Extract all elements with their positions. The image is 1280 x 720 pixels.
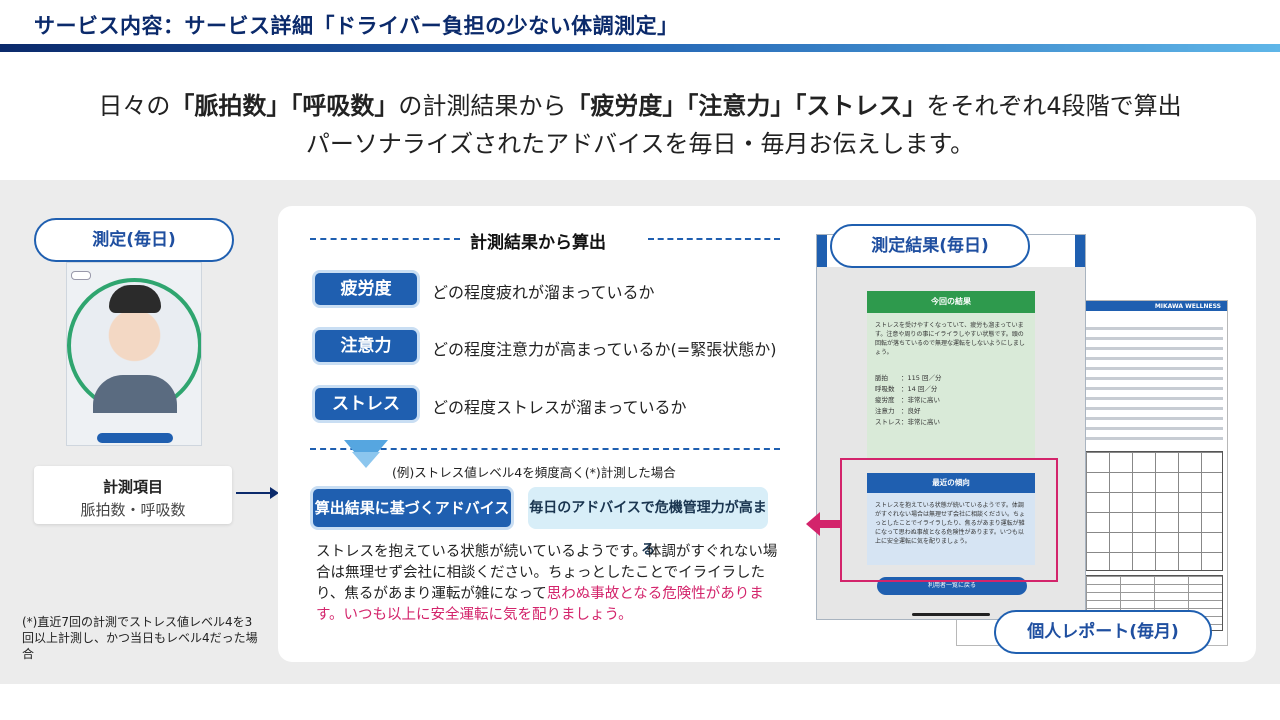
metric-desc-attention: どの程度注意力が高まっているか(=緊張状態か) [432, 340, 777, 359]
person-shirt [93, 375, 177, 413]
headline-text: をそれぞれ4段階で算出 [926, 92, 1182, 120]
highlight-arrow-line [818, 520, 840, 528]
measure-daily-pill: 測定(毎日) [34, 218, 234, 262]
current-result-body: ストレスを受けやすくなっていて、疲労も溜まっています。注意や周りの事にイライラし… [875, 322, 1025, 356]
stat-row: 注意力 ：良好 [875, 407, 921, 415]
report-table [1085, 451, 1223, 571]
items-title: 計測項目 [102, 478, 163, 496]
title-gradient-bar [0, 44, 1280, 52]
stat-row: 脈拍 ：115 回／分 [875, 374, 942, 382]
example-note: (例)ストレス値レベル4を頻度高く(*)計測した場合 [392, 465, 676, 480]
metric-desc-stress: どの程度ストレスが溜まっているか [432, 398, 687, 417]
headline-bold-inputs: 「脈拍数」「呼吸数」 [170, 92, 399, 120]
daily-result-pill: 測定結果(毎日) [830, 224, 1030, 268]
report-text-lines [1083, 327, 1223, 447]
headline-line-2: パーソナライズされたアドバイスを毎日・毎月お伝えします。 [305, 130, 975, 158]
stat-row: 疲労度 ：非常に高い [875, 396, 940, 404]
current-result-title: 今回の結果 [867, 291, 1035, 313]
current-result-card: 今回の結果 ストレスを受けやすくなっていて、疲労も溜まっています。注意や周りの事… [867, 291, 1035, 459]
highlight-arrow-icon [806, 512, 820, 536]
current-result-stats: 脈拍 ：115 回／分 呼吸数 ：14 回／分 疲労度 ：非常に高い 注意力 ：… [867, 373, 1035, 428]
advice-text: ストレスを抱えている状態が続いているようです。体調がすぐれない場合は無理せず会社… [316, 542, 786, 626]
metric-chip-fatigue: 疲労度 [312, 270, 420, 308]
metric-desc-fatigue: どの程度疲れが溜まっているか [432, 283, 655, 302]
crisis-management-chip: 毎日のアドバイスで危機管理力が高まる [528, 487, 768, 558]
calculation-title: 計測結果から算出 [470, 233, 606, 253]
headline-text: 日々の [98, 92, 171, 120]
headline-text: の計測結果から [398, 92, 567, 120]
highlight-box [840, 458, 1058, 582]
report-logo: MIKAWA WELLNESS [1154, 303, 1221, 310]
stat-row: 呼吸数 ：14 回／分 [875, 385, 938, 393]
person-hair [109, 285, 161, 313]
metric-chip-stress: ストレス [312, 385, 420, 423]
headline-bold-outputs: 「疲労度」「注意力」「ストレス」 [566, 92, 927, 120]
page-title: サービス内容：サービス詳細「ドライバー負担の少ない体調測定」 [34, 14, 679, 38]
monthly-report-pill: 個人レポート(毎月) [994, 610, 1212, 654]
headline-line-1: 日々の「脈拍数」「呼吸数」の計測結果から「疲労度」「注意力」「ストレス」をそれぞ… [0, 86, 1280, 121]
stat-row: ストレス：非常に高い [875, 418, 940, 426]
advice-chip: 算出結果に基づくアドバイス [310, 486, 514, 530]
dashed-divider [648, 238, 780, 240]
measure-button [97, 433, 173, 443]
measurement-items-box: 計測項目 脈拍数・呼吸数 [34, 466, 232, 524]
back-chip-icon [71, 271, 91, 280]
home-indicator [912, 613, 990, 616]
face-measurement-screenshot [66, 262, 202, 446]
down-arrow-inner-icon [352, 452, 380, 468]
metric-chip-attention: 注意力 [312, 327, 420, 365]
items-subtitle: 脈拍数・呼吸数 [80, 501, 186, 519]
dashed-divider [310, 238, 460, 240]
arrow-right-line [236, 492, 272, 494]
footnote: (*)直近7回の計測でストレス値レベル4を3回以上計測し、かつ当日もレベル4だっ… [22, 615, 258, 661]
